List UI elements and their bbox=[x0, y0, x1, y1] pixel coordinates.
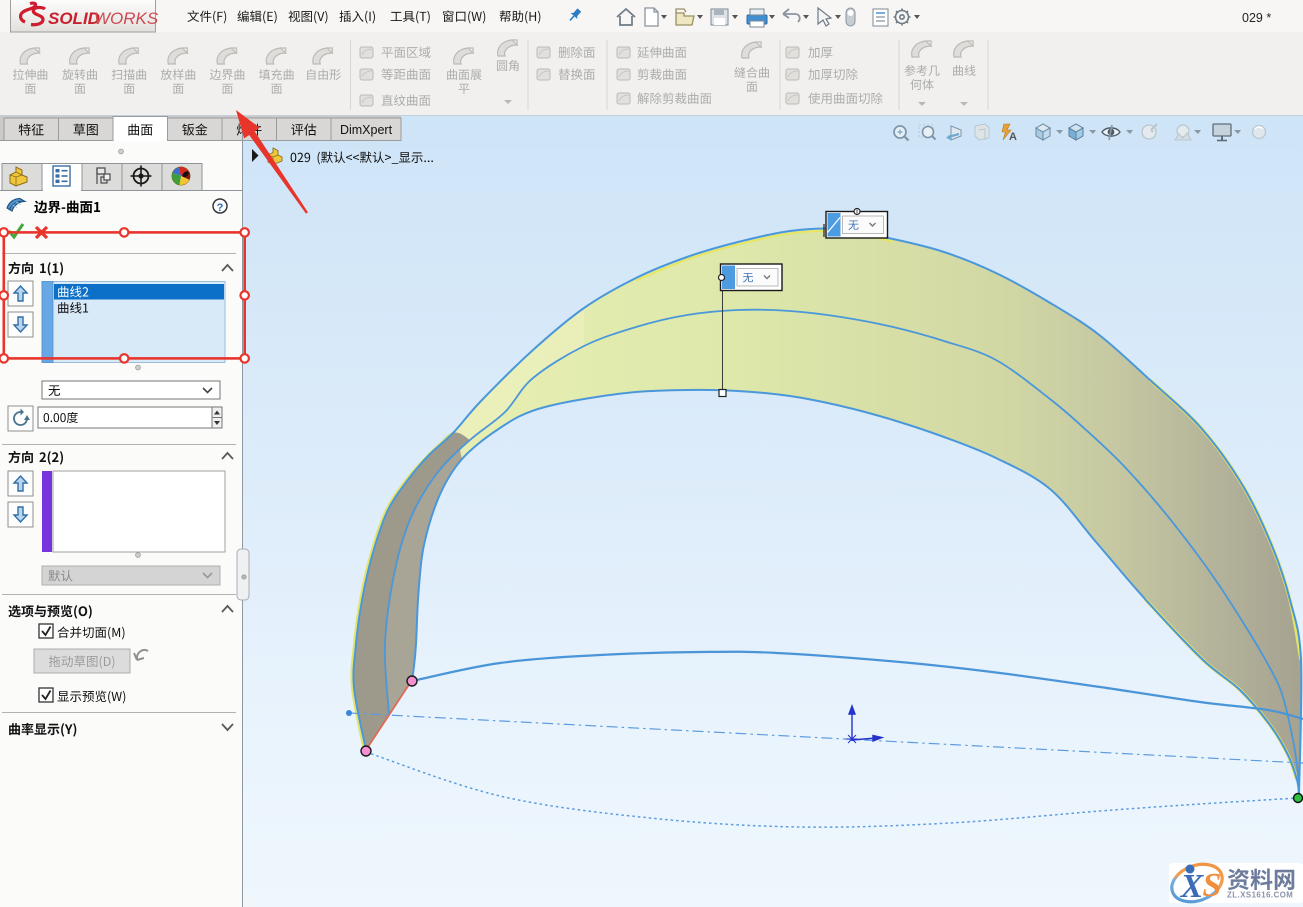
svg-text:SOLID: SOLID bbox=[48, 9, 100, 28]
svg-text:ZL.XS1616.COM: ZL.XS1616.COM bbox=[1227, 891, 1293, 900]
svg-text:WORKS: WORKS bbox=[94, 9, 159, 28]
svg-text:?: ? bbox=[217, 202, 224, 214]
svg-text:029 *: 029 * bbox=[1242, 11, 1271, 25]
svg-text:DimXpert: DimXpert bbox=[340, 123, 393, 137]
svg-text:X: X bbox=[1180, 868, 1205, 905]
svg-text:S: S bbox=[1203, 867, 1222, 904]
svg-text:A: A bbox=[1009, 131, 1017, 143]
